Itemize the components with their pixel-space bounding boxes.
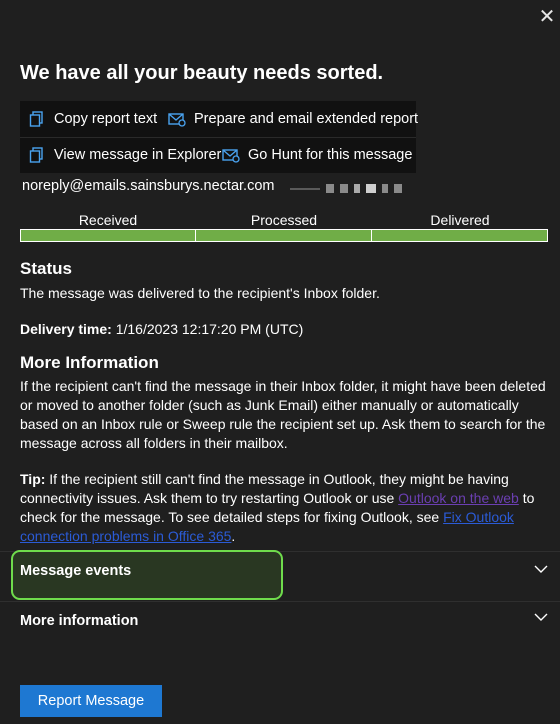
stage-delivered: Delivered [372,212,548,242]
stage-label: Processed [250,212,318,228]
stage-label: Received [78,212,138,228]
prepare-report-label: Prepare and email extended report [194,111,419,127]
page-title: We have all your beauty needs sorted. [20,62,384,84]
recipient-address-redacted [290,184,402,193]
stage-bar [196,229,372,242]
tip-label: Tip: [20,471,46,487]
more-information-text: If the recipient can't find the message … [20,378,546,451]
stage-received: Received [20,212,196,242]
delivery-time-label: Delivery time: [20,321,112,337]
status-heading: Status [20,259,72,278]
view-in-explorer-label: View message in Explorer [54,147,222,163]
stage-processed: Processed [196,212,372,242]
delivery-time-value: 1/16/2023 12:17:20 PM (UTC) [115,321,304,337]
chevron-down-icon[interactable] [534,562,548,576]
go-hunt-button[interactable]: Go Hunt for this message [222,138,412,172]
copy-icon [28,110,46,128]
tip-text-part: . [231,528,236,544]
stage-bar [20,229,196,242]
copy-report-label: Copy report text [54,111,158,127]
copy-report-button[interactable]: Copy report text [28,102,157,136]
message-events-expander[interactable]: Message events [0,552,560,600]
tip-text: Tip: If the recipient still can't find t… [20,470,550,546]
sender-address: noreply@emails.sainsburys.nectar.com [22,178,275,194]
close-icon[interactable]: ✕ [538,7,556,27]
more-information-heading: More Information [20,353,159,372]
report-message-button[interactable]: Report Message [20,685,162,717]
outlook-web-link[interactable]: Outlook on the web [398,490,519,506]
delivery-time: Delivery time: 1/16/2023 12:17:20 PM (UT… [20,321,303,337]
message-events-label: Message events [20,563,132,579]
stage-label: Delivered [430,212,490,228]
status-text: The message was delivered to the recipie… [20,285,380,301]
stage-bar [372,229,548,242]
go-hunt-label: Go Hunt for this message [248,147,413,163]
more-information-label: More information [20,613,139,629]
action-toolbar: Copy report text Prepare and email exten… [20,101,418,173]
more-information-expander[interactable]: More information [0,602,560,650]
mail-report-icon [168,110,186,128]
view-in-explorer-button[interactable]: View message in Explorer [28,138,221,172]
prepare-report-button[interactable]: Prepare and email extended report [168,102,418,136]
mail-hunt-icon [222,146,240,164]
copy-icon [28,146,46,164]
chevron-down-icon[interactable] [534,610,548,624]
delivery-progress: Received Processed Delivered [20,212,548,242]
